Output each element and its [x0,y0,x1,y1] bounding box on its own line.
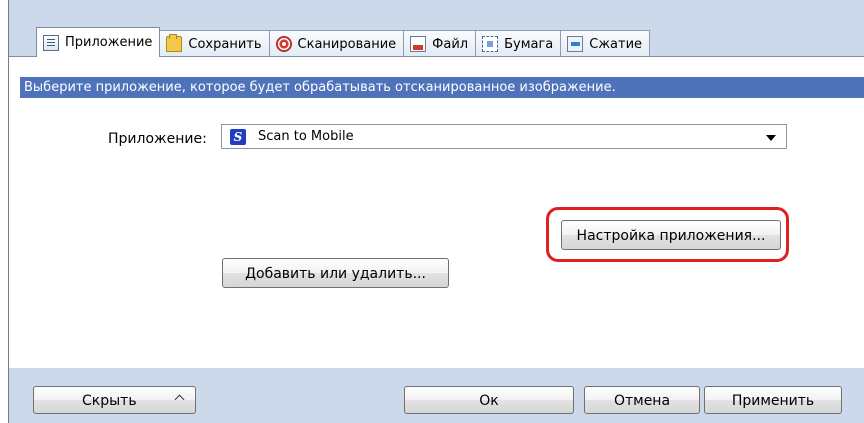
folder-icon [166,34,183,52]
tab-paper[interactable]: Бумага [475,30,562,57]
paper-icon [482,36,499,52]
tab-label: Бумага [504,36,554,52]
hide-button[interactable]: Скрыть [33,386,196,414]
bottom-bar: Скрыть Ок Отмена Применить [9,368,864,423]
scan-to-mobile-icon: S [230,128,246,145]
tab-label: Сжатие [589,36,643,52]
application-select[interactable]: S Scan to Mobile [221,124,787,149]
tab-bar: Приложение Сохранить Сканирование Файл Б… [36,27,651,57]
tab-scanning[interactable]: Сканирование [268,30,405,57]
scan-settings-window: Приложение Сохранить Сканирование Файл Б… [8,0,864,423]
file-icon [410,36,427,52]
tab-save[interactable]: Сохранить [159,30,270,57]
apply-button[interactable]: Применить [704,386,842,414]
tab-compression[interactable]: Сжатие [560,30,651,57]
tab-file[interactable]: Файл [403,30,477,57]
tab-application[interactable]: Приложение [36,27,161,57]
tab-label: Сохранить [188,36,262,52]
application-selected-value: Scan to Mobile [258,129,354,144]
application-label: Приложение: [108,131,207,147]
configure-application-button[interactable]: Настройка приложения... [561,220,781,250]
application-panel: Выберите приложение, которое будет обраб… [9,56,864,369]
tab-label: Приложение [65,35,153,50]
tab-label: Сканирование [297,36,397,52]
compression-icon [567,36,584,52]
add-remove-button[interactable]: Добавить или удалить... [222,258,449,288]
chevron-up-icon [174,394,185,405]
ok-button[interactable]: Ок [404,386,574,414]
cancel-button[interactable]: Отмена [584,386,700,414]
scan-icon [275,36,292,52]
instruction-banner: Выберите приложение, которое будет обраб… [20,77,864,98]
application-icon [43,34,59,51]
chevron-down-icon[interactable] [766,135,776,141]
tab-label: Файл [432,36,469,52]
hide-label: Скрыть [82,393,137,409]
